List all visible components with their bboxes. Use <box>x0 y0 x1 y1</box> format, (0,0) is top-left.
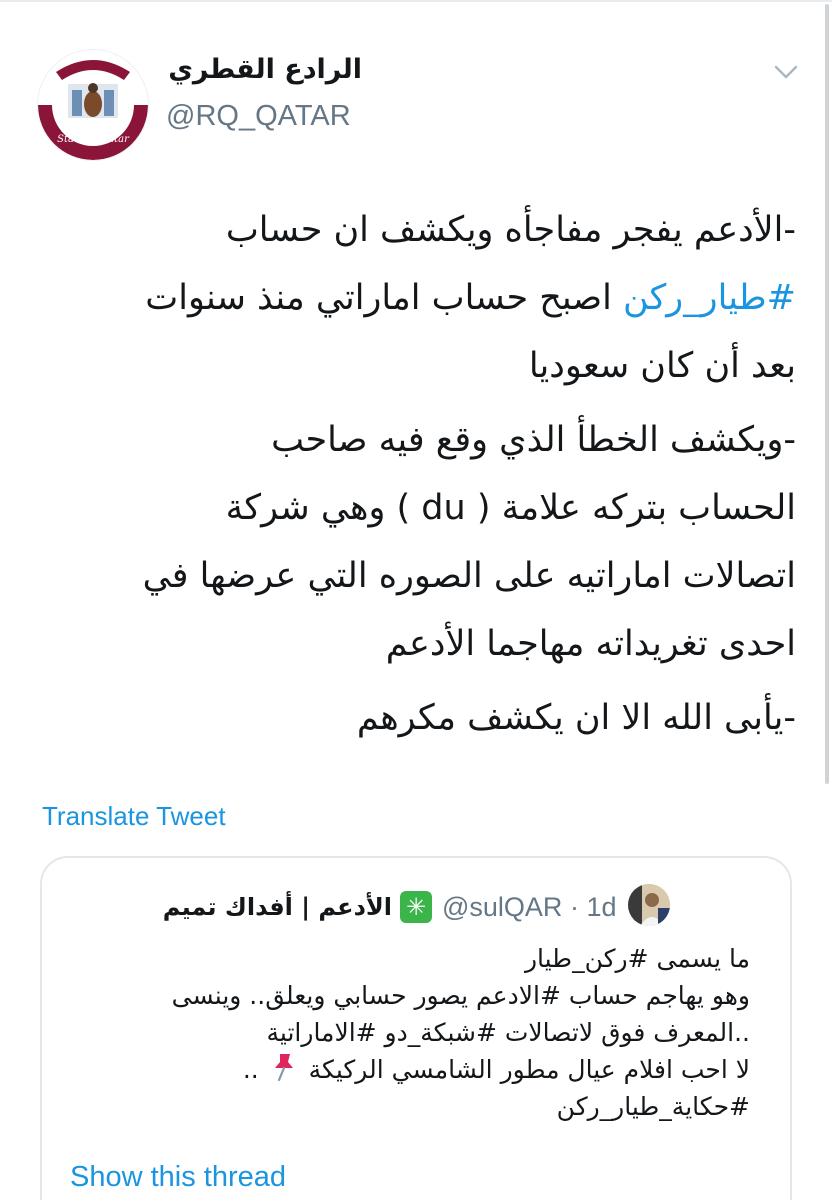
quoted-line-hashtag[interactable]: #حكاية_طيار_ركن <box>70 1088 750 1125</box>
quoted-line: ..المعرف فوق لاتصالات #شبكة_دو #الامارات… <box>266 1018 750 1047</box>
quoted-line-pinned: لا احب افلام عيال مطور الشامسي الركيكة .… <box>70 1051 750 1088</box>
tweet-line: #طيار_ركن اصبح حساب اماراتي منذ سنوات <box>40 264 796 332</box>
tweet-text-segment: -ويكشف الخطأ الذي وقع فيه صاحب <box>271 420 796 460</box>
quoted-line: ما يسمى #ركن_طيار <box>524 944 750 973</box>
tweet-text: -الأدعم يفجر مفاجأه ويكشف ان حساب #طيار_ر… <box>40 196 796 758</box>
quoted-tweet-text: ما يسمى #ركن_طيار وهو يهاجم حساب #الادعم… <box>70 940 750 1125</box>
tweet-paragraph: -يأبى الله الا ان يكشف مكرهم <box>40 684 796 752</box>
quoted-tweet-meta: @sulQAR · 1d <box>442 888 617 926</box>
scrollbar[interactable] <box>825 4 829 784</box>
tweet-text-segment: -يأبى الله الا ان يكشف مكرهم <box>356 698 796 738</box>
tweet-text-segment: اتصالات اماراتيه على الصوره التي عرضها ف… <box>142 556 796 596</box>
qatar-emblem-icon: State of Qatar <box>38 50 148 160</box>
tweet-detail-screen: State of Qatar الرادع القطري @RQ_QATAR -… <box>0 0 832 1200</box>
quoted-tweet-avatar[interactable] <box>628 884 670 926</box>
tweet-line: بعد أن كان سعوديا <box>40 332 796 400</box>
show-thread-link[interactable]: Show this thread <box>70 1158 286 1196</box>
quoted-line-prefix: .. <box>242 1055 259 1084</box>
translate-tweet-link[interactable]: Translate Tweet <box>42 798 226 834</box>
tweet-line: -يأبى الله الا ان يكشف مكرهم <box>40 684 796 752</box>
author-name[interactable]: الرادع القطري <box>162 50 362 90</box>
quoted-line-text: لا احب افلام عيال مطور الشامسي الركيكة <box>308 1055 750 1084</box>
tweet-line: احدى تغريداته مهاجما الأدعم <box>40 610 796 678</box>
svg-text:State of Qatar: State of Qatar <box>57 134 130 145</box>
portrait-avatar-icon <box>628 884 670 926</box>
tweet-paragraph: -الأدعم يفجر مفاجأه ويكشف ان حساب #طيار_ر… <box>40 196 796 400</box>
quoted-tweet-author-name[interactable]: الأدعم | أفداك تميم <box>102 888 392 926</box>
tweet-line: -الأدعم يفجر مفاجأه ويكشف ان حساب <box>40 196 796 264</box>
tweet-line: الحساب بتركه علامة ( du ) وهي شركة <box>40 474 796 542</box>
tweet-text-segment: بعد أن كان سعوديا <box>528 346 796 386</box>
author-avatar[interactable]: State of Qatar <box>38 50 148 160</box>
tweet-text-segment: اصبح حساب اماراتي منذ سنوات <box>145 278 623 318</box>
tweet-text-segment: -الأدعم يفجر مفاجأه ويكشف ان حساب <box>225 210 796 250</box>
quoted-line: وهو يهاجم حساب #الادعم يصور حسابي ويعلق.… <box>171 981 750 1010</box>
tweet-line: -ويكشف الخطأ الذي وقع فيه صاحب <box>40 406 796 474</box>
tweet-menu-button[interactable] <box>770 56 802 88</box>
quoted-tweet-header: @sulQAR · 1d ✳ الأدعم | أفداك تميم <box>42 888 628 928</box>
meta-separator: · <box>569 892 579 922</box>
quoted-tweet-card[interactable]: @sulQAR · 1d ✳ الأدعم | أفداك تميم ما يس… <box>40 856 792 1200</box>
hashtag-link[interactable]: #طيار_ركن <box>623 278 796 318</box>
author-handle[interactable]: @RQ_QATAR <box>166 96 351 136</box>
top-divider <box>0 0 832 2</box>
pushpin-icon <box>274 1054 293 1082</box>
quoted-tweet-time[interactable]: 1d <box>586 892 616 922</box>
tweet-paragraph: -ويكشف الخطأ الذي وقع فيه صاحب الحساب بتر… <box>40 406 796 678</box>
tweet-line: اتصالات اماراتيه على الصوره التي عرضها ف… <box>40 542 796 610</box>
tweet-text-segment: احدى تغريداته مهاجما الأدعم <box>385 624 796 664</box>
quoted-tweet-handle[interactable]: @sulQAR <box>442 892 562 922</box>
sparkle-badge-icon: ✳ <box>400 891 432 923</box>
chevron-down-icon <box>774 65 798 79</box>
tweet-text-segment: الحساب بتركه علامة ( du ) وهي شركة <box>225 488 796 528</box>
